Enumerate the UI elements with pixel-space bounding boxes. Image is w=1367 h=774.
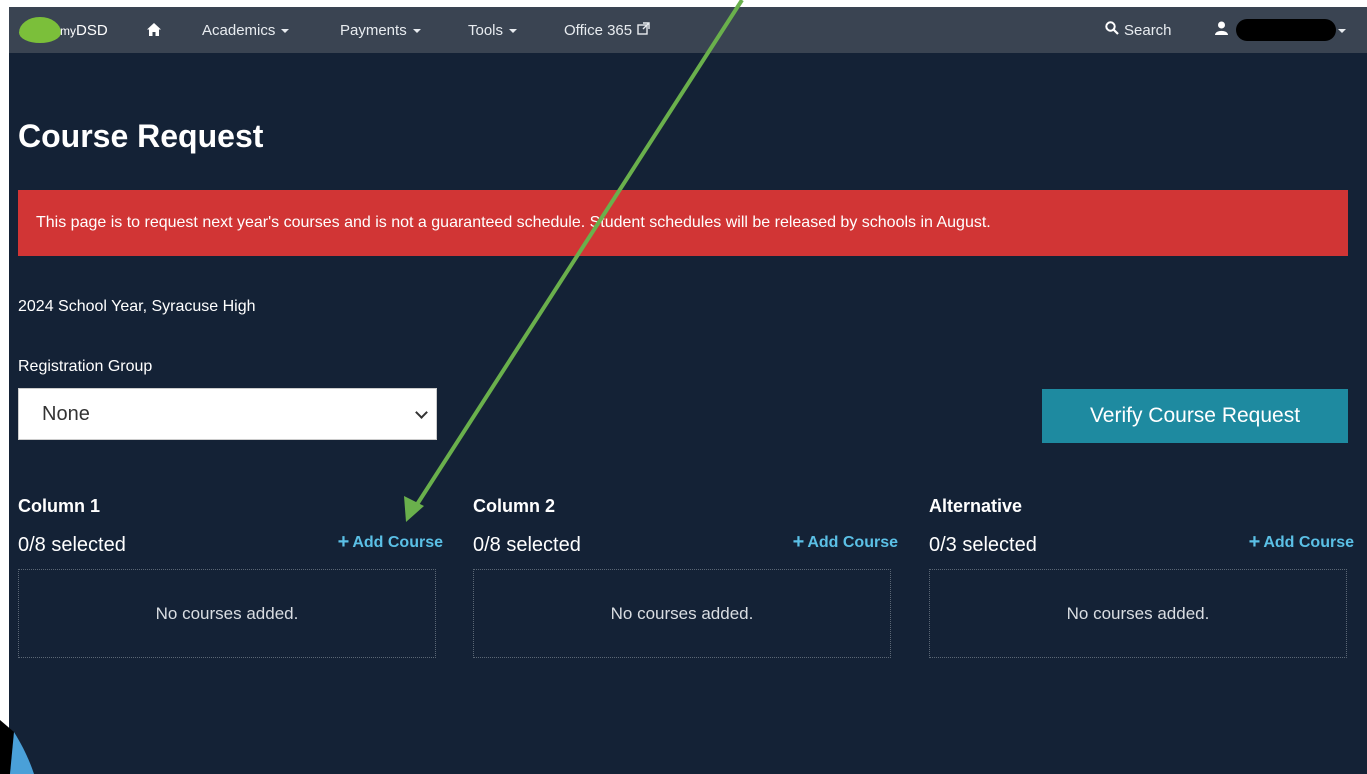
brand-name: myDSD [60,21,108,39]
search-label: Search [1124,21,1172,39]
nav-tools-label: Tools [468,21,504,39]
caret-down-icon [281,29,290,33]
plus-icon: + [1248,531,1261,553]
column-selected-count: 0/8 selected [18,534,126,556]
empty-courses-text: No courses added. [155,603,299,623]
add-course-button[interactable]: + Add Course [338,531,443,554]
warning-alert: This page is to request next year's cour… [18,190,1348,256]
nav-tools-menu[interactable]: Tools [468,7,518,53]
top-edge-strip [0,0,1367,7]
column-title: Alternative [929,496,1023,516]
course-list-box: No courses added. [18,569,436,658]
alert-text: This page is to request next year's cour… [36,214,991,231]
page-title: Course Request [18,118,264,154]
search-icon [1105,21,1119,39]
column-selected-count: 0/8 selected [473,534,581,556]
external-link-icon [637,21,650,39]
nav-payments-label: Payments [340,21,407,39]
course-column-1: Column 1 0/8 selected + Add Course No cou… [18,494,443,664]
add-course-label: Add Course [352,533,443,551]
left-edge-strip [0,0,9,774]
caret-down-icon [412,29,421,33]
school-year-label: 2024 School Year, Syracuse High [18,298,256,315]
brand-home-link[interactable]: myDSD [17,7,108,53]
verify-course-request-button[interactable]: Verify Course Request [1042,389,1348,443]
registration-group-value: None [42,402,90,425]
column-selected-count: 0/3 selected [929,534,1037,556]
nav-academics-label: Academics [202,21,276,39]
corner-decoration-shape [0,720,34,774]
nav-academics-menu[interactable]: Academics [202,7,290,53]
nav-search-button[interactable]: Search [1105,7,1172,53]
course-list-box: No courses added. [929,569,1347,658]
chevron-down-icon [415,405,428,419]
plus-icon: + [792,531,805,553]
user-icon [1215,21,1228,39]
add-course-label: Add Course [1263,533,1354,551]
nav-office365-label: Office 365 [564,21,633,39]
empty-courses-text: No courses added. [1066,603,1210,623]
add-course-button[interactable]: + Add Course [793,531,898,554]
top-navbar: myDSD Academics Payments Tools Office 36… [9,7,1367,53]
user-account-menu[interactable] [1215,7,1346,53]
empty-courses-text: No courses added. [610,603,754,623]
column-title: Column 2 [473,496,556,516]
nav-office365-link[interactable]: Office 365 [564,7,650,53]
add-course-label: Add Course [807,533,898,551]
add-course-button[interactable]: + Add Course [1249,531,1354,554]
nav-payments-menu[interactable]: Payments [340,7,421,53]
course-column-2: Column 2 0/8 selected + Add Course No cou… [473,494,898,664]
registration-group-select[interactable]: None [18,388,437,440]
column-title: Column 1 [18,496,101,516]
course-column-alternative: Alternative 0/3 selected + Add Course No … [929,494,1354,664]
caret-down-icon [1338,29,1346,33]
redacted-username [1236,19,1336,41]
home-icon[interactable] [147,23,161,41]
registration-group-label: Registration Group [18,358,153,375]
plus-icon: + [337,531,350,553]
course-list-box: No courses added. [473,569,891,658]
dsd-logo-icon [19,17,61,43]
caret-down-icon [509,29,518,33]
